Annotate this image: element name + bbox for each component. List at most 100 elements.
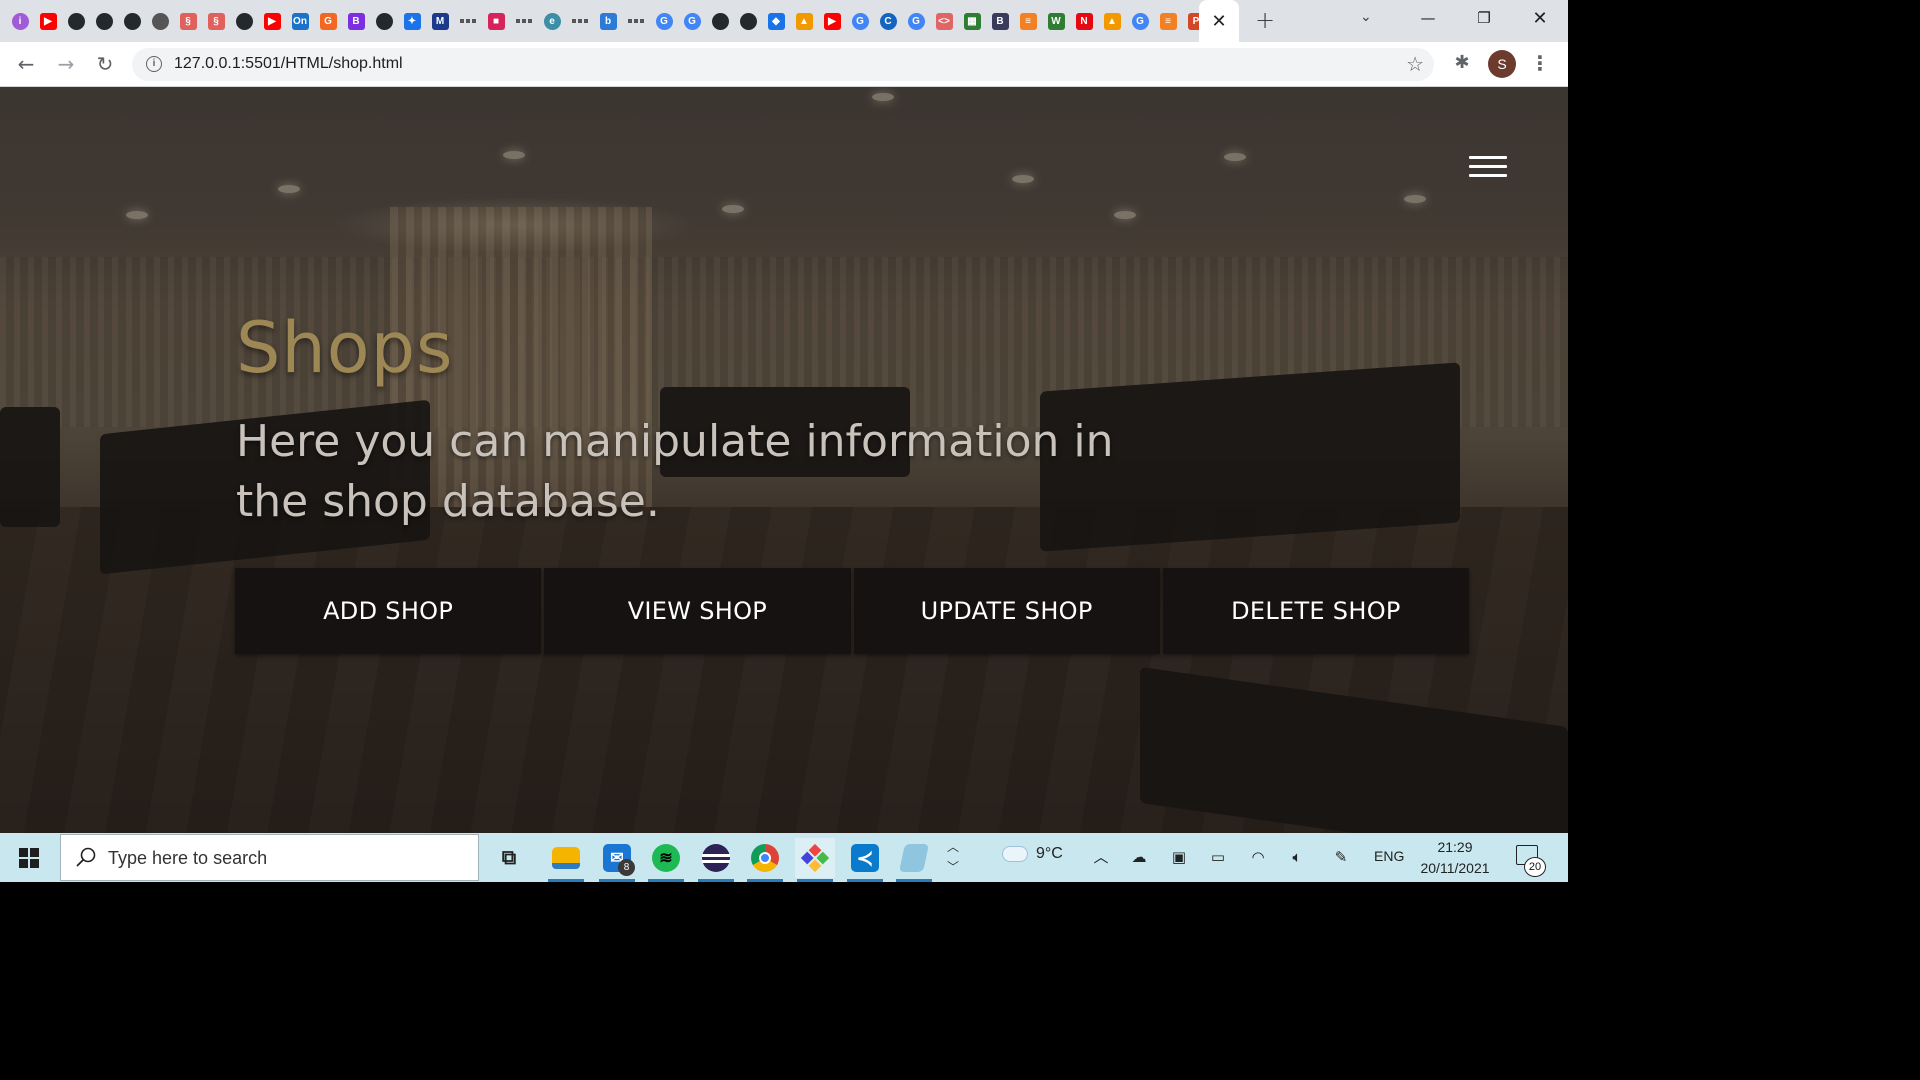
browser-menu-icon[interactable]: ⋮ [1530,53,1550,75]
b-purple-icon[interactable]: B [344,9,368,33]
spotify-button[interactable]: ≋ [646,838,686,882]
tab-search-icon[interactable]: ⌄ [1360,9,1372,25]
github-icon[interactable] [736,9,760,33]
github-icon-glyph [711,12,729,30]
github-icon[interactable] [120,9,144,33]
battery-icon[interactable]: ▭ [1207,846,1229,868]
search-placeholder: Type here to search [108,848,268,868]
info-icon[interactable]: i [8,9,32,33]
clock-time: 21:29 [1437,839,1473,855]
mdn-icon[interactable]: M [428,9,452,33]
github-icon[interactable] [708,9,732,33]
task-view-button[interactable]: ⧉ [489,838,529,878]
hamburger-menu-icon[interactable] [1469,154,1507,180]
google-icon[interactable]: G [904,9,928,33]
back-arrow-icon[interactable]: ← [12,50,40,78]
drive-icon[interactable]: ▲ [792,9,816,33]
new-tab-button[interactable]: + [1251,7,1279,35]
minimize-button[interactable]: — [1400,0,1456,36]
url-text[interactable]: 127.0.0.1:5501/HTML/shop.html [174,55,403,73]
add-shop-button[interactable]: ADD SHOP [235,568,542,654]
language-indicator[interactable]: ENG [1374,848,1404,864]
netflix-icon-glyph: N [1075,12,1093,30]
profile-avatar[interactable]: S [1488,50,1516,78]
update-shop-button[interactable]: UPDATE SHOP [853,568,1160,654]
eclipse-button[interactable] [696,838,736,882]
w-icon[interactable]: W [1044,9,1068,33]
on-icon[interactable]: On [288,9,312,33]
code-icon[interactable]: <> [932,9,956,33]
reload-icon[interactable]: ↻ [91,50,119,78]
gitkraken-button[interactable] [795,838,835,882]
mail-button[interactable]: ✉ 8 [597,838,637,882]
view-shop-button[interactable]: VIEW SHOP [544,568,851,654]
info-icon-glyph: i [11,12,29,30]
bookmark-star-icon[interactable]: ☆ [1406,52,1424,76]
clock-date: 20/11/2021 [1420,860,1490,876]
dashes-icon[interactable] [456,9,480,33]
colors-icon[interactable]: ▦ [960,9,984,33]
vscode-button[interactable]: ≺ [845,838,885,882]
onedrive-cloud-icon[interactable]: ☁ [1128,846,1150,868]
pen-icon[interactable]: ✎ [1330,846,1352,868]
youtube-icon[interactable]: ▶ [36,9,60,33]
google-icon[interactable]: G [652,9,676,33]
stackoverflow-icon-glyph: ≡ [1019,12,1037,30]
google-icon[interactable]: G [848,9,872,33]
extensions-puzzle-icon[interactable]: ✱ [1452,53,1472,73]
delete-shop-button[interactable]: DELETE SHOP [1162,568,1469,654]
diamond-icon[interactable]: ◆ [764,9,788,33]
tab-close-icon[interactable]: ✕ [1211,11,1226,32]
gear-icon[interactable]: ✦ [400,9,424,33]
dashes-icon-glyph [516,19,532,23]
address-bar[interactable]: i 127.0.0.1:5501/HTML/shop.html ☆ [132,48,1434,81]
page-viewport: Shops Here you can manipulate informatio… [0,87,1568,833]
notepad-button[interactable] [894,838,934,882]
file-explorer-button[interactable] [546,838,586,882]
bing-icon-glyph: b [599,12,617,30]
notification-count-badge: 20 [1524,857,1546,877]
google-icon[interactable]: G [1128,9,1152,33]
clock[interactable]: 21:29 20/11/2021 [1410,837,1500,879]
youtube-icon[interactable]: ▶ [820,9,844,33]
taskbar-scroll-arrows-icon[interactable]: ︿ ﹀ [944,837,962,879]
openai-icon[interactable]: § [204,9,228,33]
dashes-icon[interactable] [568,9,592,33]
netflix-icon[interactable]: N [1072,9,1096,33]
github-icon[interactable] [64,9,88,33]
stackoverflow-icon[interactable]: ≡ [1156,9,1180,33]
google-icon[interactable]: G [680,9,704,33]
github-icon[interactable] [232,9,256,33]
bing-icon[interactable]: b [596,9,620,33]
square-icon[interactable]: ■ [484,9,508,33]
dashes-icon[interactable] [512,9,536,33]
forward-arrow-icon[interactable]: → [52,50,80,78]
close-window-button[interactable]: ✕ [1512,0,1568,36]
google-icon-glyph: G [907,12,925,30]
edge-icon-glyph: e [543,12,561,30]
youtube-icon[interactable]: ▶ [260,9,284,33]
google-icon-glyph: G [851,12,869,30]
show-hidden-icons-chevron-icon[interactable]: ︿ [1090,846,1112,868]
edge-icon[interactable]: e [540,9,564,33]
weather-widget[interactable]: 9°C [1002,845,1063,863]
b-dark-icon[interactable]: B [988,9,1012,33]
restore-button[interactable]: ❐ [1456,0,1512,36]
dashes-icon[interactable] [624,9,648,33]
openai-icon[interactable]: § [176,9,200,33]
stackoverflow-icon[interactable]: ≡ [1016,9,1040,33]
github-icon[interactable] [92,9,116,33]
volume-icon[interactable]: 🔈︎ [1286,846,1308,868]
site-info-icon[interactable]: i [146,56,162,72]
g-orange-icon[interactable]: G [316,9,340,33]
drive-icon[interactable]: ▲ [1100,9,1124,33]
wifi-icon[interactable]: ◠ [1247,846,1269,868]
globe-icon[interactable] [148,9,172,33]
start-button[interactable] [0,833,58,882]
c-icon[interactable]: C [876,9,900,33]
display-icon[interactable]: ▣ [1168,846,1190,868]
active-tab[interactable]: ✕ [1199,0,1239,42]
github-icon[interactable] [372,9,396,33]
taskbar-search-box[interactable]: Type here to search [60,834,479,881]
chrome-button[interactable] [745,838,785,882]
